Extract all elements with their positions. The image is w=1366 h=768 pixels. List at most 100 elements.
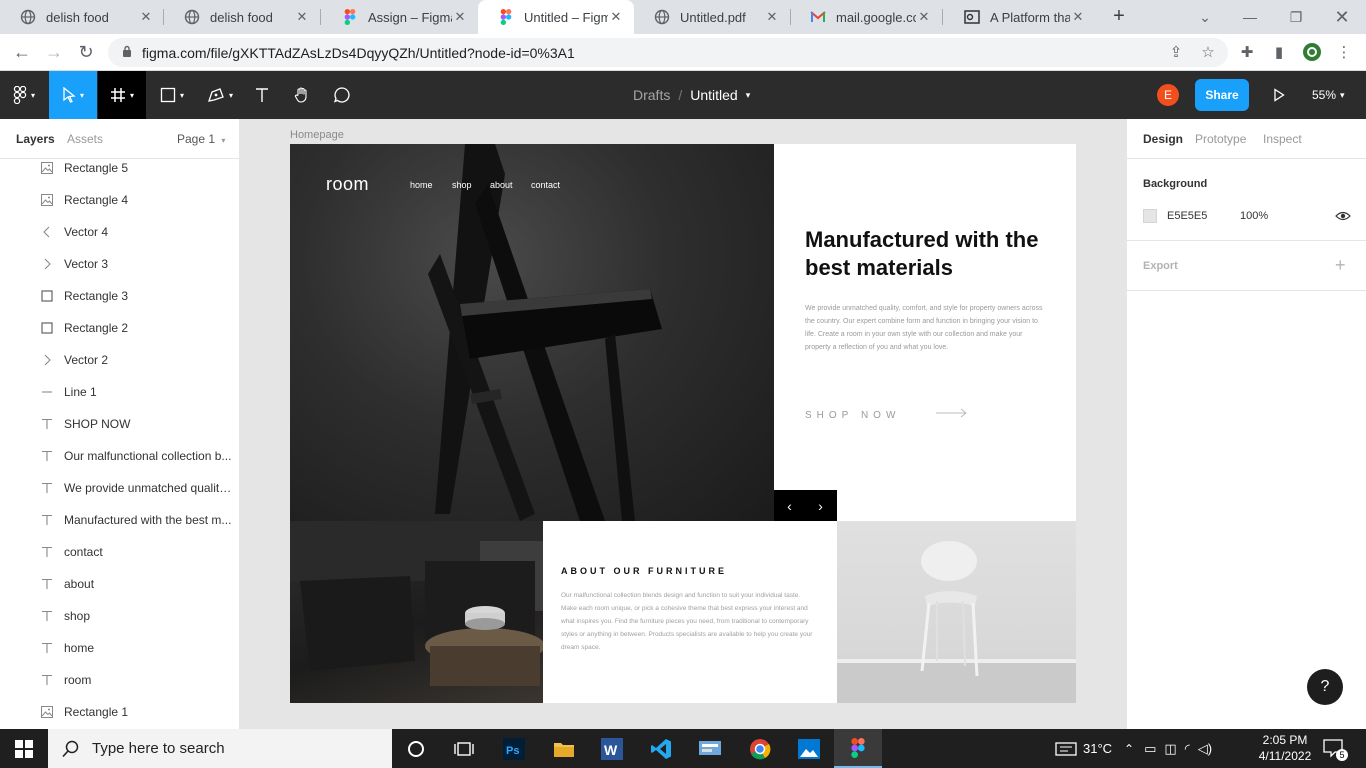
notification-center-icon[interactable]: 5 [1322,737,1348,761]
forward-icon[interactable]: → [42,40,66,64]
nav-about[interactable]: about [490,180,513,190]
chevron-up-icon[interactable]: ⌃ [1124,742,1134,756]
breadcrumb-drafts[interactable]: Drafts [633,87,670,103]
profile-avatar[interactable] [1302,42,1322,62]
layer-row[interactable]: Our malfunctional collection b... [0,440,239,472]
page-selector[interactable]: Page 1 ▾ [177,132,225,146]
chrome-icon[interactable] [736,729,784,768]
layer-row[interactable]: Rectangle 2 [0,312,239,344]
about-heading[interactable]: ABOUT OUR FURNITURE [561,566,727,576]
vscode-icon[interactable] [637,729,685,768]
system-clock[interactable]: 2:05 PM 4/11/2022 [1255,732,1315,764]
chevron-down-icon[interactable]: ▾ [746,90,751,101]
browser-tab[interactable]: mail.google.com ✕ [790,0,942,34]
url-bar[interactable]: figma.com/file/gXKTTAdZAsLzDs4DqyyQZh/Un… [108,38,1228,67]
layer-row[interactable]: about [0,568,239,600]
close-icon[interactable]: ✕ [138,9,154,25]
layer-row[interactable]: room [0,664,239,696]
design-canvas[interactable]: Homepage room home shop about contact Ma… [240,119,1126,729]
bookmark-star-icon[interactable]: ☆ [1198,42,1218,62]
cortana-icon[interactable] [392,729,440,768]
layer-row[interactable]: shop [0,600,239,632]
task-view-icon[interactable] [440,729,488,768]
pen-tool-button[interactable]: ▾ [198,71,242,119]
browser-tab[interactable]: delish food ✕ [0,0,164,34]
move-tool-button[interactable]: ▾ [49,71,97,119]
file-name[interactable]: Untitled [690,87,737,103]
chevron-right-icon[interactable]: › [805,490,836,521]
background-color-swatch[interactable] [1143,209,1157,223]
weather-icon[interactable] [1055,741,1077,757]
tab-search-icon[interactable]: ⌄ [1193,5,1217,29]
photos-icon[interactable] [785,729,833,768]
layer-row[interactable]: SHOP NOW [0,408,239,440]
plus-icon[interactable]: + [1335,255,1346,276]
tab-layers[interactable]: Layers [16,132,55,146]
control-panel-icon[interactable] [686,729,734,768]
zoom-dropdown[interactable]: 55% ▾ [1312,71,1345,119]
tab-design[interactable]: Design [1143,132,1183,146]
taskbar-search-box[interactable]: Type here to search [48,729,392,768]
help-button[interactable]: ? [1307,669,1343,705]
tab-prototype[interactable]: Prototype [1195,132,1246,146]
layer-row[interactable]: contact [0,536,239,568]
layer-row[interactable]: Vector 4 [0,216,239,248]
browser-tab[interactable]: delish food ✕ [164,0,320,34]
windows-start-button[interactable] [0,729,48,768]
photoshop-icon[interactable]: Ps [490,729,538,768]
layer-row[interactable]: Rectangle 1 [0,696,239,728]
living-room-image[interactable] [290,521,543,703]
close-icon[interactable]: ✕ [916,9,932,25]
browser-tab[interactable]: Untitled.pdf ✕ [634,0,790,34]
menu-kebab-icon[interactable]: ⋮ [1334,42,1354,62]
hand-tool-button[interactable] [288,71,316,119]
layer-row[interactable]: Rectangle 4 [0,184,239,216]
frame-tool-button[interactable]: ▾ [98,71,146,119]
background-hex-input[interactable]: E5E5E5 [1167,210,1207,222]
figma-app-icon[interactable] [834,729,882,768]
back-icon[interactable]: ← [10,40,34,64]
tab-assets[interactable]: Assets [67,132,103,146]
text-tool-button[interactable] [248,71,276,119]
layer-row[interactable]: We provide unmatched quality... [0,472,239,504]
homepage-frame[interactable]: room home shop about contact Manufacture… [290,144,1076,703]
layer-row[interactable]: Vector 2 [0,344,239,376]
frame-label[interactable]: Homepage [290,129,344,141]
layer-row[interactable]: Line 1 [0,376,239,408]
battery-icon[interactable]: ▭ [1144,741,1156,757]
volume-icon[interactable]: ◁) [1198,741,1212,757]
minimize-icon[interactable]: — [1238,5,1262,29]
layer-row[interactable]: home [0,632,239,664]
nav-home[interactable]: home [410,180,433,190]
layer-row[interactable]: Vector 3 [0,248,239,280]
share-page-icon[interactable]: ⇪ [1166,42,1186,62]
arrow-right-icon[interactable] [936,408,968,418]
close-icon[interactable]: ✕ [608,9,624,25]
side-panel-icon[interactable]: ▮ [1269,42,1289,62]
hero-image[interactable]: room home shop about contact [290,144,774,521]
close-window-icon[interactable]: ✕ [1330,5,1354,29]
extensions-icon[interactable]: ✚ [1237,42,1257,62]
share-button[interactable]: Share [1195,79,1249,111]
comment-tool-button[interactable] [328,71,356,119]
tab-inspect[interactable]: Inspect [1263,132,1302,146]
wifi-icon[interactable]: ◜ [1185,741,1190,757]
nav-shop[interactable]: shop [452,180,472,190]
reload-icon[interactable]: ↻ [74,40,98,64]
close-icon[interactable]: ✕ [764,9,780,25]
shop-now-link[interactable]: SHOP NOW [805,410,900,421]
site-logo[interactable]: room [326,174,369,195]
white-chair-image[interactable] [837,521,1076,703]
nav-contact[interactable]: contact [531,180,560,190]
layer-row[interactable]: Rectangle 5 [0,152,239,184]
about-body-text[interactable]: Our malfunctional collection blends desi… [561,589,816,654]
browser-tab[interactable]: A Platform that t ✕ [944,0,1096,34]
chevron-left-icon[interactable]: ‹ [774,490,805,521]
restore-icon[interactable]: ❐ [1284,5,1308,29]
close-icon[interactable]: ✕ [294,9,310,25]
present-button[interactable] [1268,83,1290,107]
shape-tool-button[interactable]: ▾ [150,71,194,119]
meet-now-icon[interactable]: ◫ [1164,741,1176,757]
close-icon[interactable]: ✕ [452,9,468,25]
background-opacity-input[interactable]: 100% [1240,210,1268,222]
